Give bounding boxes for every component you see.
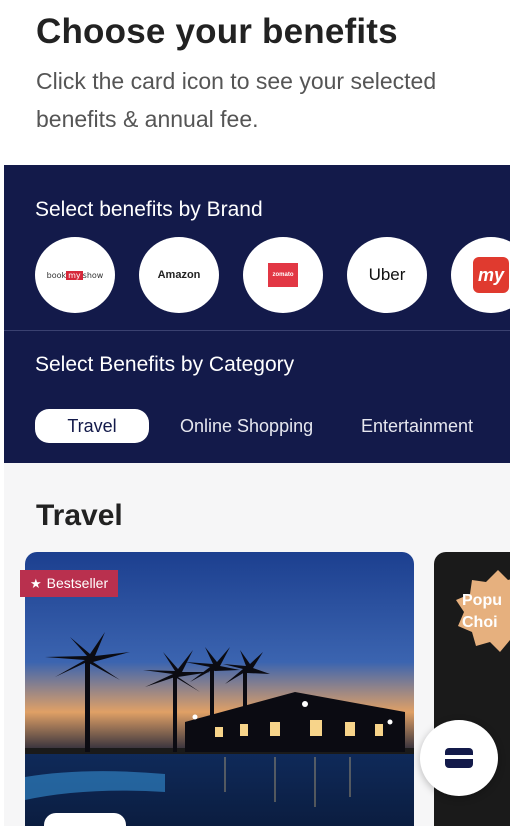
- zomato-logo: zomato: [268, 263, 298, 287]
- page-title: Choose your benefits: [36, 12, 398, 51]
- brand-amazon[interactable]: Amazon: [139, 237, 219, 313]
- brand-carousel[interactable]: book my show Amazon zomato Uber my: [35, 237, 510, 317]
- tab-online-shopping[interactable]: Online Shopping: [180, 409, 313, 443]
- panel-divider: [4, 330, 510, 331]
- benefits-filter-panel: Select benefits by Brand book my show Amaz…: [4, 165, 510, 463]
- uber-logo: Uber: [368, 265, 406, 284]
- bookmyshow-logo: book my show: [46, 270, 104, 280]
- bestseller-badge: ★ Bestseller: [20, 570, 119, 597]
- view-selected-card-button[interactable]: [420, 720, 498, 796]
- section-title: Travel: [36, 499, 123, 532]
- category-tabs: Travel Online Shopping Entertainment: [35, 409, 510, 443]
- card-action-pill[interactable]: [44, 813, 126, 826]
- page-subtitle: Click the card icon to see your selected…: [36, 68, 437, 132]
- brand-bookmyshow[interactable]: book my show: [35, 237, 115, 313]
- header: Choose your benefits Click the card icon…: [0, 0, 510, 165]
- card-icon: [445, 748, 473, 768]
- brand-uber[interactable]: Uber: [347, 237, 427, 313]
- amazon-logo: Amazon: [157, 269, 201, 281]
- brand-heading: Select benefits by Brand: [35, 198, 263, 221]
- tab-entertainment[interactable]: Entertainment: [361, 409, 473, 443]
- star-icon: ★: [30, 576, 42, 591]
- makemytrip-logo: my: [473, 257, 509, 293]
- category-heading: Select Benefits by Category: [35, 353, 295, 376]
- tab-travel[interactable]: Travel: [35, 409, 149, 443]
- brand-makemytrip[interactable]: my: [451, 237, 510, 313]
- brand-zomato[interactable]: zomato: [243, 237, 323, 313]
- popular-choice-label: Popu Choi: [462, 592, 502, 631]
